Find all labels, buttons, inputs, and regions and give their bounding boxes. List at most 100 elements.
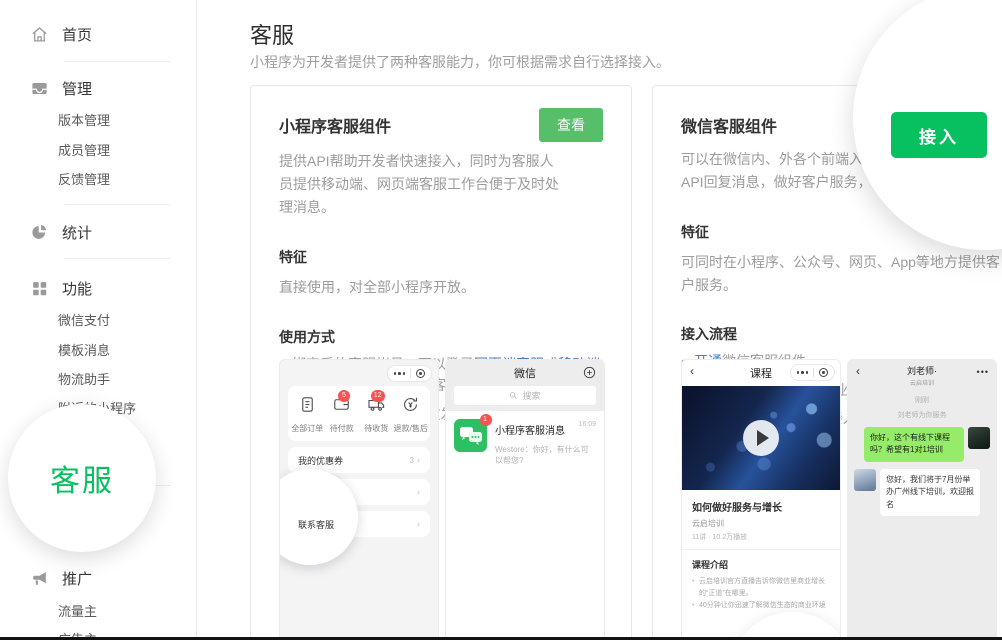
feature-text: 直接使用，对全部小程序开放。 xyxy=(279,276,603,298)
divider xyxy=(65,258,171,259)
message-incoming: 您好，我们将于7月份举办广州线下培训，欢迎报名 xyxy=(848,462,996,516)
course-info: 如何做好服务与增长 云启培训 11讲 · 10.2万播放 xyxy=(682,490,840,550)
grid-label: 全部订单 xyxy=(290,423,325,434)
sidebar-item-home[interactable]: 首页 xyxy=(30,24,92,45)
row-label: 我的优惠券 xyxy=(298,454,343,467)
page-title: 客服 xyxy=(250,18,294,50)
more-icon: ••• xyxy=(977,367,989,377)
intro-heading: 课程介绍 xyxy=(692,558,830,571)
flow-heading: 接入流程 xyxy=(681,324,1002,344)
capsule-menu xyxy=(387,365,433,382)
tour-spotlight-customer-service[interactable]: 客服 xyxy=(8,404,156,552)
back-icon: ‹ xyxy=(690,364,694,378)
wechat-title: 微信 xyxy=(514,365,536,381)
grid-label: 待收货 xyxy=(359,423,394,434)
play-button-icon xyxy=(743,420,779,456)
close-target-icon xyxy=(416,369,425,378)
card-title: 微信客服组件 xyxy=(681,108,777,137)
more-icon xyxy=(797,371,809,374)
intro-list: 云启培训官方直播告诉你微信里商业增长的“正道”在哪里。 40分钟让你迅速了解微信… xyxy=(692,576,830,612)
sidebar-item-customer-service[interactable]: 客服 xyxy=(50,456,114,500)
service-avatar: 1 xyxy=(454,419,487,452)
inbox-icon xyxy=(30,79,49,98)
sidebar-item-traffic[interactable]: 流量主 xyxy=(58,601,97,620)
plus-icon xyxy=(583,366,596,379)
sidebar-item-manage[interactable]: 管理 xyxy=(30,78,92,99)
chat-timestamp: 刚刚 xyxy=(848,395,996,405)
grid-item-all-orders: 全部订单 xyxy=(290,395,325,434)
chat-list-item: 1 小程序客服消息 Westore：你好，有什么可以帮您? 16:09 xyxy=(446,411,604,474)
sidebar-item-member-manage[interactable]: 成员管理 xyxy=(58,140,110,159)
feature-text: 可同时在小程序、公众号、网页、App等地方提供客户服务。 xyxy=(681,251,1002,296)
message-bubble: 你好，这个有线下课程吗？希望有1对1培训 xyxy=(864,427,964,462)
card-description: 提供API帮助开发者快速接入，同时为客服人员提供移动端、网页端客服工作台便于及时… xyxy=(279,150,559,219)
connect-button[interactable]: 接入 xyxy=(891,112,987,158)
search-placeholder: 搜索 xyxy=(522,389,540,402)
search-bar: 搜索 xyxy=(454,386,596,405)
video-thumbnail xyxy=(682,386,840,490)
sidebar-item-label: 首页 xyxy=(62,24,92,45)
sidebar-item-feedback-manage[interactable]: 反馈管理 xyxy=(58,169,110,188)
grid-item-refund: 退款/售后 xyxy=(394,395,429,434)
row-label: 联系客服 xyxy=(298,518,334,531)
wechat-header: 微信 xyxy=(446,360,604,386)
phone-mock-wechat-list: 微信 搜索 1 小程序客服 xyxy=(445,359,605,640)
chevron-right-icon: › xyxy=(417,519,420,529)
sidebar-item-version-manage[interactable]: 版本管理 xyxy=(58,110,110,129)
sidebar-item-features[interactable]: 功能 xyxy=(30,278,92,299)
pie-chart-icon xyxy=(30,223,49,242)
grid-label: 待付款 xyxy=(325,423,360,434)
screenshot-row: 全部订单 5 待付款 12 待收货 退款/售后 xyxy=(279,359,605,640)
course-title: 如何做好服务与增长 xyxy=(692,499,830,514)
screenshot-row: ‹ 课程 如何做好服务与增长 云启培训 11讲 · 10.2万播放 xyxy=(681,359,997,640)
sidebar-item-label: 统计 xyxy=(62,222,92,243)
sidebar-item-stats[interactable]: 统计 xyxy=(30,222,92,243)
phone-mock-customer-chat: ‹ 刘老师· 云启培训 ••• 刚刚 刘老师为你服务 你好，这个有线下课程吗？希… xyxy=(847,359,997,640)
chat-time: 16:09 xyxy=(578,421,596,428)
course-provider: 云启培训 xyxy=(692,518,830,529)
phone-status-area xyxy=(280,360,438,384)
message-bubble: 您好，我们将于7月份举办广州线下培训，欢迎报名 xyxy=(880,469,980,516)
course-page-title: 课程 xyxy=(750,365,772,381)
sidebar-item-wechat-pay[interactable]: 微信支付 xyxy=(58,310,110,329)
card-miniprogram-service: 小程序客服组件 查看 提供API帮助开发者快速接入，同时为客服人员提供移动端、网… xyxy=(250,85,632,640)
sidebar-item-label: 推广 xyxy=(62,568,92,589)
chevron-right-icon: › xyxy=(417,487,420,497)
home-icon xyxy=(30,25,49,44)
feature-heading: 特征 xyxy=(279,247,603,267)
badge: 12 xyxy=(371,390,385,402)
row-value: 3 xyxy=(410,456,414,465)
capsule-menu xyxy=(790,364,836,381)
megaphone-icon xyxy=(30,569,49,588)
intro-bullet: 云启培训官方直播告诉你微信里商业增长的“正道”在哪里。 xyxy=(692,576,830,600)
course-meta: 11讲 · 10.2万播放 xyxy=(692,532,830,542)
phone-mock-course: ‹ 课程 如何做好服务与增长 云启培训 11讲 · 10.2万播放 xyxy=(681,359,841,640)
chat-contact-name: 刘老师· xyxy=(848,364,996,377)
chat-system-message: 刘老师为你服务 xyxy=(848,410,996,420)
grid-item-to-receive: 12 待收货 xyxy=(359,395,394,434)
chat-title: 小程序客服消息 xyxy=(495,426,565,437)
chat-contact-org: 云启培训 xyxy=(848,378,996,387)
back-icon: ‹ xyxy=(856,364,860,378)
wechat-header-zone: 微信 搜索 xyxy=(446,360,604,411)
sidebar-item-template-message[interactable]: 模板消息 xyxy=(58,340,110,359)
divider xyxy=(65,61,171,62)
search-icon xyxy=(509,391,518,400)
chevron-right-icon: › xyxy=(417,455,420,465)
chat-header: ‹ 刘老师· 云启培训 ••• xyxy=(848,360,996,390)
card-header: 小程序客服组件 查看 xyxy=(279,108,603,142)
app-window: 首页 管理 版本管理 成员管理 反馈管理 统计 功能 微信支付 模板消息 xyxy=(0,0,1002,640)
course-intro: 课程介绍 云启培训官方直播告诉你微信里商业增长的“正道”在哪里。 40分钟让你迅… xyxy=(682,550,840,620)
sidebar-item-logistics[interactable]: 物流助手 xyxy=(58,369,110,388)
teacher-avatar xyxy=(854,469,876,491)
view-button[interactable]: 查看 xyxy=(539,108,603,142)
usage-heading: 使用方式 xyxy=(279,327,603,347)
orders-icon xyxy=(298,395,317,414)
card-title: 小程序客服组件 xyxy=(279,108,391,137)
close-target-icon xyxy=(819,368,828,377)
sidebar-item-promo[interactable]: 推广 xyxy=(30,568,92,589)
unread-badge: 1 xyxy=(480,414,492,426)
divider xyxy=(410,369,411,378)
sidebar-item-label: 管理 xyxy=(62,78,92,99)
more-icon xyxy=(394,372,406,375)
